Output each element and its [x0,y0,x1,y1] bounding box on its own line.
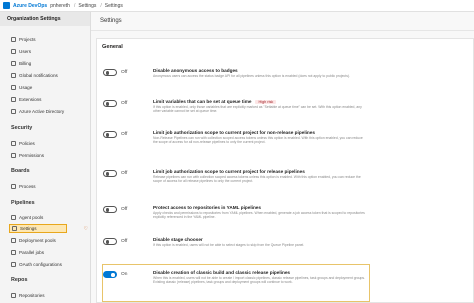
setting-title-wrap: Limit variables that can be set at queue… [153,99,277,104]
setting-row-disable-anonymous-badges: Off Disable anonymous access to badges A… [97,66,474,90]
toggle-knob [110,273,115,277]
sidebar-item-policies[interactable]: Policies [0,139,91,148]
breadcrumb-org[interactable]: pnhereth [50,3,70,9]
toggle-state-label: Off [121,70,128,75]
setting-description: When this is enabled, users will not be … [153,276,366,285]
setting-description: If this option is enabled, only those va… [153,105,362,114]
sidebar-item-parallel-jobs[interactable]: Parallel jobs [0,248,91,257]
notifications-icon [11,73,16,78]
high-risk-badge: High risk [255,100,277,104]
setting-row-limit-scope-non-release: Off Limit job authorization scope to cur… [97,128,474,152]
sidebar-item-process[interactable]: Process [0,182,91,191]
policies-icon [11,141,16,146]
sidebar-item-azure-active-directory[interactable]: Azure Active Directory [0,107,91,116]
parallel-jobs-icon [11,250,16,255]
sidebar-item-billing[interactable]: Billing [0,59,91,68]
setting-title: Disable anonymous access to badges [153,68,238,73]
sidebar-item-extensions[interactable]: Extensions [0,95,91,104]
toggle-knob [105,172,110,176]
sidebar-title: Organization Settings [0,12,90,26]
page-title: Settings [91,12,474,31]
azure-devops-logo-icon[interactable] [3,2,10,9]
breadcrumb-separator: / [73,2,76,9]
permissions-icon [11,153,16,158]
oauth-icon [11,262,16,267]
setting-title: Limit job authorization scope to current… [153,169,305,174]
toggle-state-label: Off [121,171,128,176]
projects-icon [11,37,16,42]
toggle-knob [105,102,110,106]
toggle-state-label: Off [121,207,128,212]
setting-description: Release pipelines can run with collectio… [153,175,361,184]
directory-icon [11,109,16,114]
toggle-switch[interactable] [103,131,117,138]
toggle-knob [105,208,110,212]
toggle-switch[interactable] [103,100,117,107]
sidebar-item-deployment-pools[interactable]: Deployment pools [0,236,91,245]
setting-description: Apply checks and permissions to reposito… [153,211,365,220]
toggle-switch[interactable] [103,69,117,76]
toggle-knob [105,133,110,137]
breadcrumb-settings-page[interactable]: Settings [105,3,123,9]
sidebar-section-security: Security [11,125,33,131]
setting-description: If this option is enabled, users will no… [153,243,305,247]
sidebar-item-oauth-configurations[interactable]: OAuth configurations [0,260,91,269]
setting-title: Limit job authorization scope to current… [153,130,316,135]
deployment-pools-icon [11,238,16,243]
toggle-switch[interactable] [103,206,117,213]
toggle-switch[interactable] [103,170,117,177]
setting-description: Anonymous users can access the status ba… [153,74,350,78]
toggle-switch[interactable] [103,271,117,278]
users-icon [11,49,16,54]
toggle-knob [105,71,110,75]
toggle-state-label: Off [121,132,128,137]
billing-icon [11,61,16,66]
toggle-knob [105,240,110,244]
setting-row-protect-repositories-yaml: Off Protect access to repositories in YA… [97,203,474,227]
sidebar-item-settings[interactable]: Settings ♡ [9,224,88,233]
setting-title: Limit variables that can be set at queue… [153,99,252,104]
setting-row-disable-stage-chooser: Off Disable stage chooser If this option… [97,235,474,259]
sidebar-item-agent-pools[interactable]: Agent pools [0,213,91,222]
toggle-switch[interactable] [103,238,117,245]
toggle-state-label: Off [121,239,128,244]
setting-row-limit-queue-variables: Off Limit variables that can be set at q… [97,97,474,121]
sidebar-section-boards: Boards [11,168,30,174]
toggle-state-label: Off [121,101,128,106]
sidebar-item-projects[interactable]: Projects [0,35,91,44]
extensions-icon [11,97,16,102]
process-icon [11,184,16,189]
setting-title: Disable creation of classic build and cl… [153,270,291,275]
sidebar-item-global-notifications[interactable]: Global notifications [0,71,91,80]
breadcrumb-separator: / [100,2,102,9]
toggle-state-label: On [121,272,128,277]
usage-icon [11,85,16,90]
page: Azure DevOps pnhereth / Settings / Setti… [0,0,474,303]
agent-pools-icon [11,215,16,220]
setting-title: Disable stage chooser [153,237,203,242]
section-title-general: General [102,44,123,50]
sidebar: Organization Settings Projects Users Bil… [0,12,91,303]
sidebar-item-users[interactable]: Users [0,47,91,56]
sidebar-item-usage[interactable]: Usage [0,83,91,92]
main-content: Settings General Off Disable anonymous a… [91,12,474,303]
sidebar-section-pipelines: Pipelines [11,200,35,206]
brand-name[interactable]: Azure DevOps [13,3,47,9]
sidebar-section-repos: Repos [11,277,28,283]
repositories-icon [11,293,16,298]
settings-gear-icon [12,226,17,231]
setting-description: Non-Release Pipelines can run with colle… [153,136,363,145]
sidebar-item-permissions[interactable]: Permissions [0,151,91,160]
setting-title: Protect access to repositories in YAML p… [153,205,262,210]
settings-card: General Off Disable anonymous access to … [96,38,474,303]
breadcrumb-settings[interactable]: Settings [78,3,96,9]
setting-row-disable-classic-pipelines: On Disable creation of classic build and… [97,268,474,292]
setting-row-limit-scope-release: Off Limit job authorization scope to cur… [97,167,474,191]
sidebar-item-repositories[interactable]: Repositories [0,291,91,300]
pin-icon[interactable]: ♡ [84,226,88,232]
top-bar: Azure DevOps pnhereth / Settings / Setti… [0,0,474,12]
